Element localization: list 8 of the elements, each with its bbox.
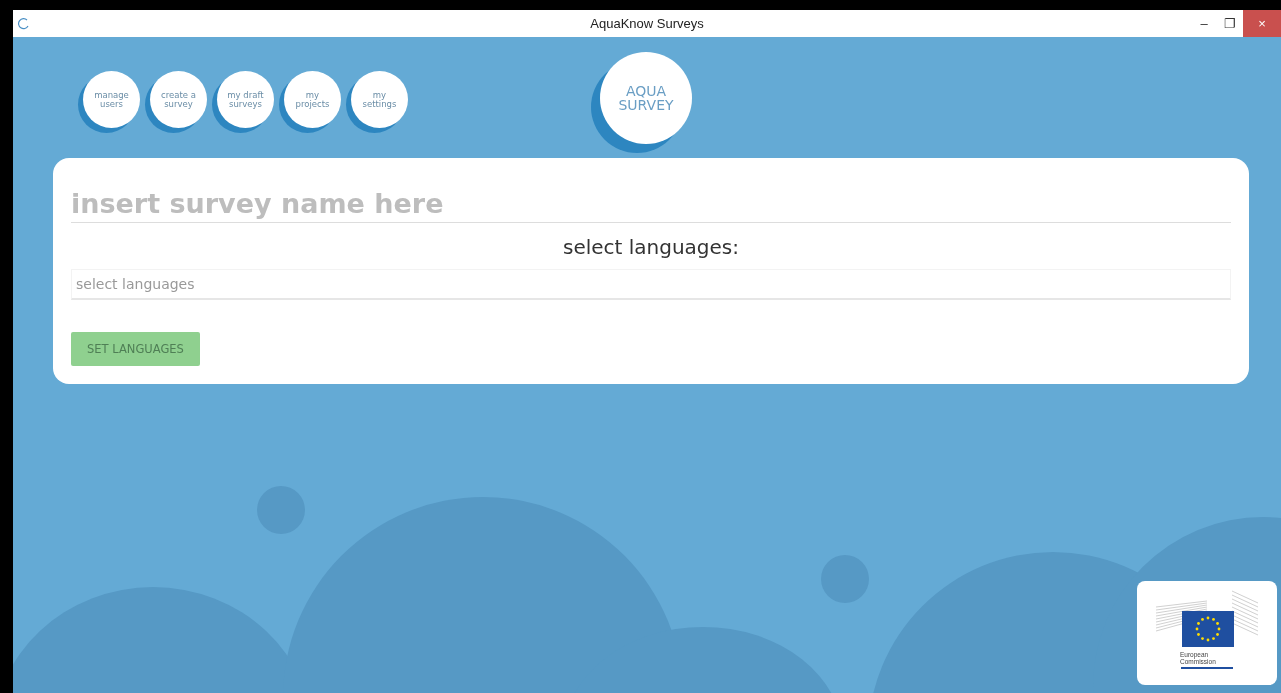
maximize-button[interactable]: ❐ <box>1217 10 1243 37</box>
languages-heading: select languages: <box>561 235 741 259</box>
window-title: AquaKnow Surveys <box>590 16 704 31</box>
app-icon <box>17 17 29 30</box>
set-languages-button[interactable]: SET LANGUAGES <box>71 332 200 366</box>
close-button[interactable]: × <box>1243 10 1281 37</box>
languages-field[interactable]: select languages <box>71 269 1231 300</box>
minimize-button[interactable]: – <box>1191 10 1217 37</box>
